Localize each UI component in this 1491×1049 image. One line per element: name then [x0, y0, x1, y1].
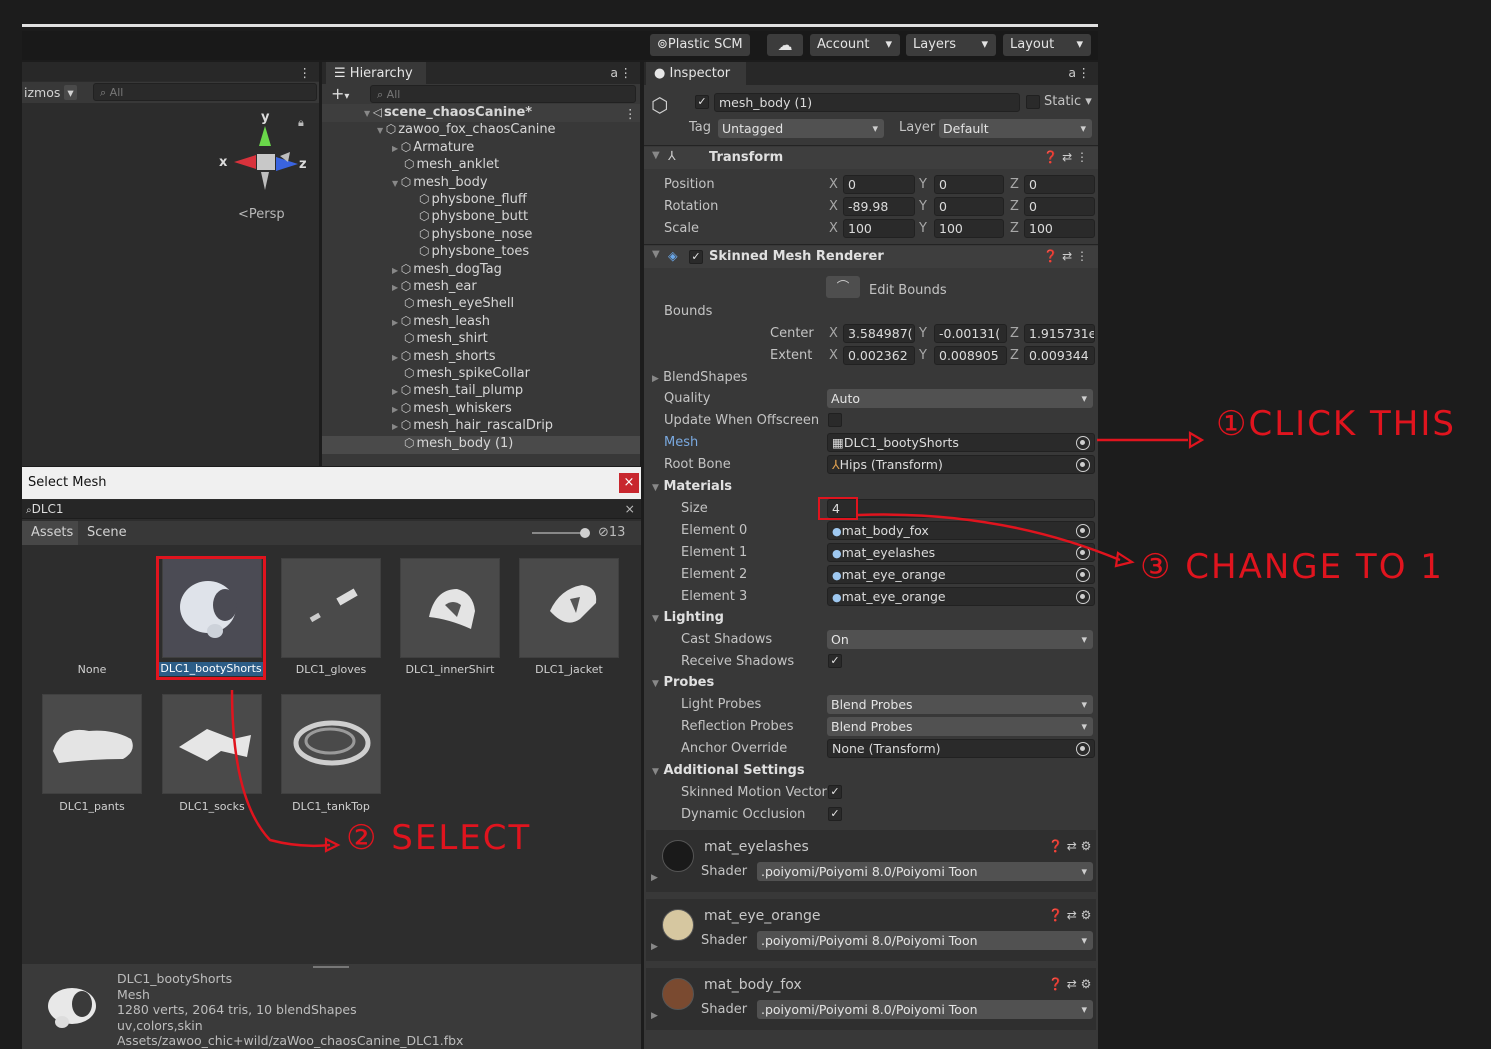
annotation-step3: ③ CHANGE TO 1 [1140, 547, 1444, 587]
annotation-step1: ①CLICK THIS [1216, 404, 1456, 444]
annotation-step2: ② SELECT [346, 818, 532, 858]
annotation-overlay [230, 431, 1205, 853]
